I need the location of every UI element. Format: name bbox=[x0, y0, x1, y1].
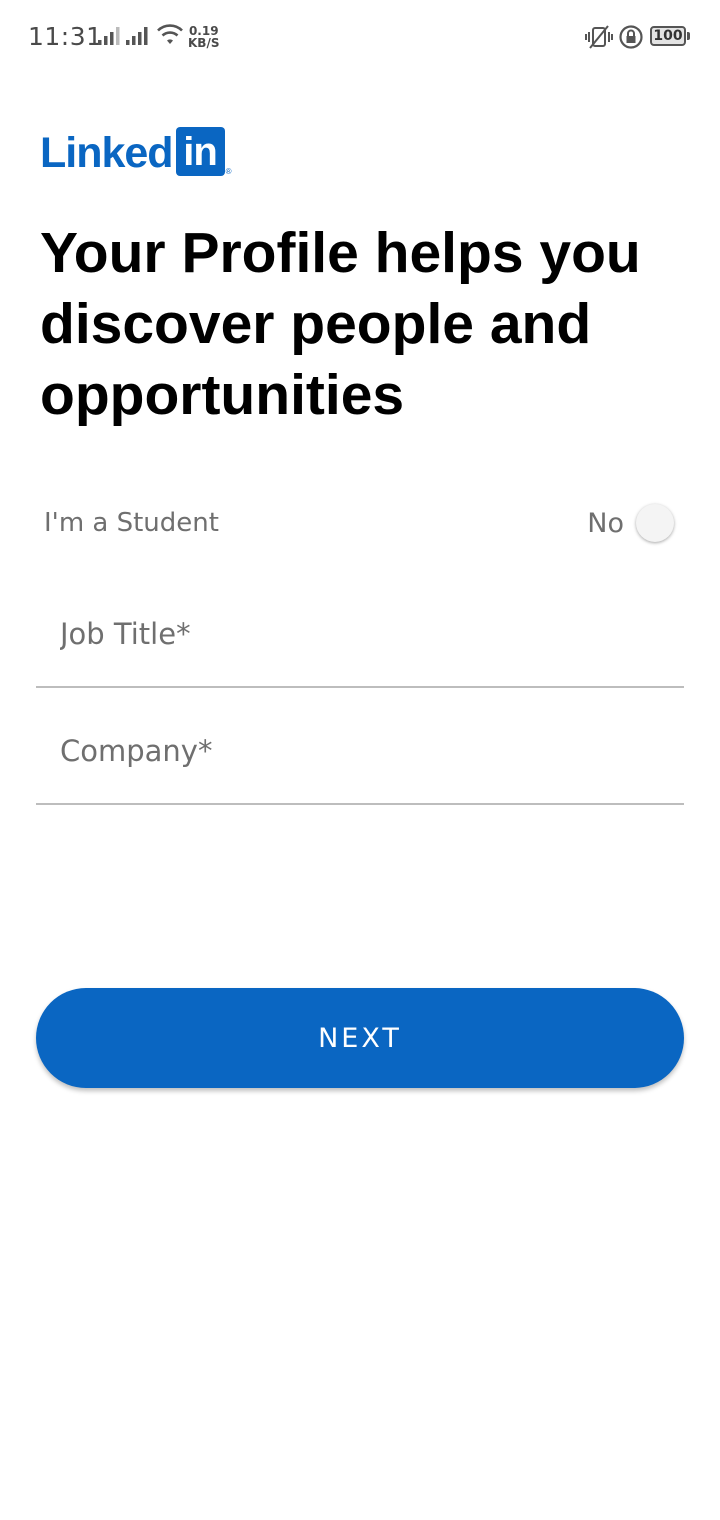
page-title: Your Profile helps you discover people a… bbox=[40, 221, 641, 427]
vibrate-icon bbox=[585, 25, 613, 49]
logo-wordmark: Linked bbox=[40, 129, 174, 177]
toggle-knob[interactable] bbox=[636, 504, 674, 542]
status-bar: 11:31 0.19 KB/S 100 bbox=[0, 0, 720, 76]
battery-tip bbox=[687, 32, 690, 40]
company-field[interactable] bbox=[36, 713, 684, 805]
linkedin-logo: Linked in ® bbox=[40, 127, 231, 179]
student-label: I'm a Student bbox=[44, 508, 219, 538]
job-title-field[interactable] bbox=[36, 596, 684, 688]
student-toggle[interactable] bbox=[636, 504, 676, 544]
rotation-lock-icon bbox=[619, 25, 643, 49]
logo-in-box: in bbox=[175, 127, 225, 176]
signal-icon bbox=[98, 27, 120, 45]
next-button[interactable]: NEXT bbox=[36, 988, 684, 1088]
student-toggle-row: I'm a Student No bbox=[44, 500, 676, 548]
network-speed: 0.19 KB/S bbox=[188, 25, 219, 49]
logo-registered-mark: ® bbox=[225, 167, 232, 176]
network-speed-unit: KB/S bbox=[188, 36, 220, 50]
signal-icon bbox=[126, 27, 148, 45]
student-toggle-state: No bbox=[587, 508, 624, 539]
company-input[interactable] bbox=[60, 731, 660, 771]
status-time: 11:31 bbox=[28, 22, 103, 51]
battery-icon: 100 bbox=[650, 26, 686, 46]
job-title-input[interactable] bbox=[60, 614, 660, 654]
wifi-icon bbox=[157, 24, 183, 44]
